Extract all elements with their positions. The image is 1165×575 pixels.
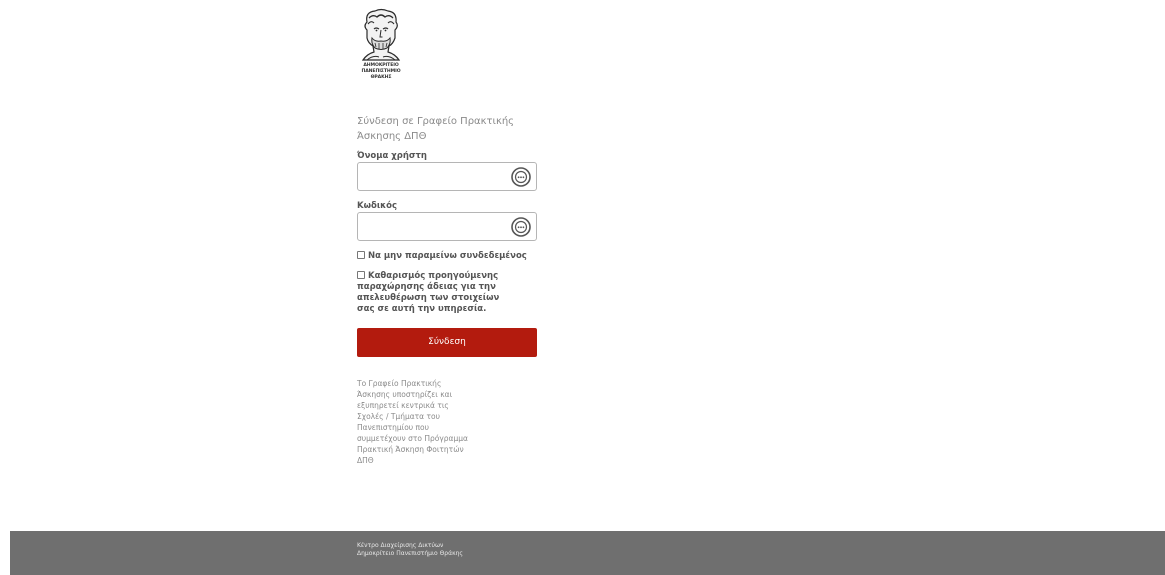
clear-consent-label: Καθαρισμός προηγούμενης παραχώρησης άδει…	[357, 271, 500, 314]
username-field-container	[357, 162, 537, 191]
password-manager-icon[interactable]	[511, 167, 531, 187]
info-text: Το Γραφείο Πρακτικής Άσκησης υποστηρίζει…	[357, 379, 468, 465]
clear-consent-checkbox-row[interactable]: Καθαρισμός προηγούμενης παραχώρησης άδει…	[357, 271, 517, 315]
remember-checkbox[interactable]	[357, 251, 365, 259]
password-label: Κωδικός	[357, 201, 398, 211]
footer-line-2: Δημοκρίτειο Πανεπιστήμιο Θράκης	[357, 550, 463, 557]
democritus-bust-icon	[361, 8, 401, 61]
login-title: Σύνδεση σε Γραφείο Πρακτικής Άσκησης ΔΠΘ	[357, 116, 515, 142]
username-input[interactable]	[362, 164, 511, 191]
login-page: ΔΗΜΟΚΡΙΤΕΙΟ ΠΑΝΕΠΙΣΤΗΜΙΟ ΘΡΑΚΗΣ Σύνδεση …	[0, 0, 1165, 575]
logo-caption: ΔΗΜΟΚΡΙΤΕΙΟ ΠΑΝΕΠΙΣΤΗΜΙΟ ΘΡΑΚΗΣ	[355, 63, 407, 81]
login-button[interactable]: Σύνδεση	[357, 328, 537, 357]
password-manager-icon[interactable]	[511, 217, 531, 237]
footer-line-1: Κέντρο Διαχείρισης Δικτύων	[357, 542, 444, 549]
footer: Κέντρο Διαχείρισης Δικτύων Δημοκρίτειο Π…	[10, 531, 1165, 575]
footer-text: Κέντρο Διαχείρισης Δικτύων Δημοκρίτειο Π…	[357, 542, 463, 558]
logo-line-3: ΘΡΑΚΗΣ	[370, 75, 392, 80]
clear-consent-checkbox[interactable]	[357, 271, 365, 279]
remember-label: Να μην παραμείνω συνδεδεμένος	[368, 251, 527, 261]
remember-checkbox-row[interactable]: Να μην παραμείνω συνδεδεμένος	[357, 251, 537, 262]
password-input[interactable]	[362, 214, 511, 241]
username-label: Όνομα χρήστη	[357, 151, 427, 161]
password-field-container	[357, 212, 537, 241]
university-logo: ΔΗΜΟΚΡΙΤΕΙΟ ΠΑΝΕΠΙΣΤΗΜΙΟ ΘΡΑΚΗΣ	[355, 8, 407, 94]
